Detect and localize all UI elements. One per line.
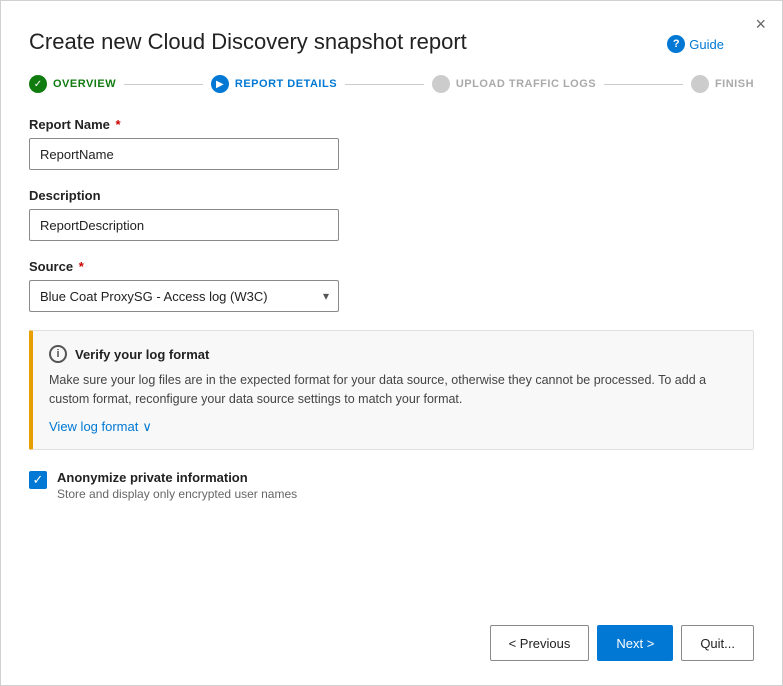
dialog-footer: < Previous Next > Quit... [1,609,782,685]
source-select-wrapper: Blue Coat ProxySG - Access log (W3C) Cis… [29,280,339,312]
step-report-details-label: REPORT DETAILS [235,78,337,90]
step-upload-logs-label: UPLOAD TRAFFIC LOGS [456,78,596,90]
info-box-title: Verify your log format [75,347,209,362]
close-button[interactable]: × [755,15,766,33]
step-overview: ✓ OVERVIEW [29,75,116,93]
anonymize-checkbox[interactable]: ✓ [29,471,47,489]
source-required: * [75,259,84,274]
next-button[interactable]: Next > [597,625,673,661]
view-log-chevron-icon: ∨ [142,419,152,435]
dialog-header: Create new Cloud Discovery snapshot repo… [1,1,782,55]
stepper: ✓ OVERVIEW ▶ REPORT DETAILS UPLOAD TRAFF… [1,55,782,93]
step-line-3 [604,84,683,85]
info-box-text: Make sure your log files are in the expe… [49,371,737,409]
guide-label: Guide [689,37,724,52]
source-label: Source * [29,259,754,274]
info-box-header: i Verify your log format [49,345,737,363]
anonymize-label: Anonymize private information [57,470,297,485]
description-label: Description [29,188,754,203]
previous-button[interactable]: < Previous [490,625,590,661]
source-field: Source * Blue Coat ProxySG - Access log … [29,259,754,312]
guide-link[interactable]: ? Guide [667,35,724,53]
step-finish-circle [691,75,709,93]
info-icon: i [49,345,67,363]
anonymize-label-group: Anonymize private information Store and … [57,470,297,501]
step-report-details-circle: ▶ [211,75,229,93]
anonymize-sublabel: Store and display only encrypted user na… [57,487,297,501]
description-field: Description [29,188,754,241]
view-log-format-link[interactable]: View log format ∨ [49,419,737,435]
dialog-title: Create new Cloud Discovery snapshot repo… [29,29,467,55]
quit-button[interactable]: Quit... [681,625,754,661]
step-line-2 [345,84,424,85]
description-input[interactable] [29,209,339,241]
step-finish-label: FINISH [715,78,754,90]
guide-icon: ? [667,35,685,53]
step-line-1 [124,84,203,85]
step-upload-logs-circle [432,75,450,93]
anonymize-group: ✓ Anonymize private information Store an… [29,470,754,501]
step-finish: FINISH [691,75,754,93]
step-overview-circle: ✓ [29,75,47,93]
source-select[interactable]: Blue Coat ProxySG - Access log (W3C) Cis… [29,280,339,312]
step-overview-label: OVERVIEW [53,78,116,90]
create-snapshot-dialog: × Create new Cloud Discovery snapshot re… [0,0,783,686]
verify-log-format-box: i Verify your log format Make sure your … [29,330,754,450]
report-name-label: Report Name * [29,117,754,132]
step-upload-logs: UPLOAD TRAFFIC LOGS [432,75,596,93]
dialog-content: Report Name * Description Source * Blue … [1,93,782,609]
step-report-details: ▶ REPORT DETAILS [211,75,337,93]
report-name-required: * [112,117,121,132]
checkmark-icon: ✓ [33,473,44,486]
report-name-field: Report Name * [29,117,754,170]
report-name-input[interactable] [29,138,339,170]
